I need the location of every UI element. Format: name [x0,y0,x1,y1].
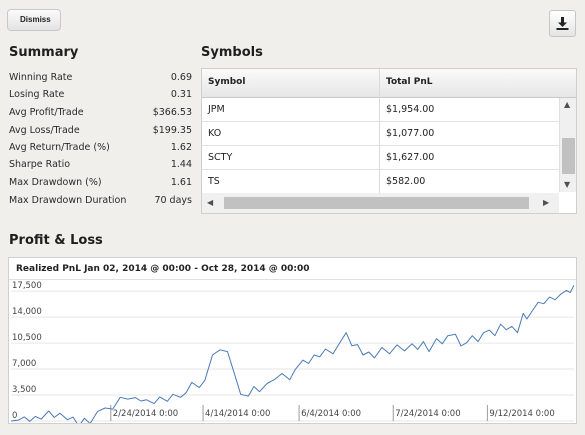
summary-value: 0.31 [170,89,192,100]
summary-label: Sharpe Ratio [9,159,71,170]
symbols-table: Symbol Total PnL JPM $1,954.00 KO $1,077… [201,68,577,214]
y-tick-label: 3,500 [12,385,36,395]
summary-value: 0.69 [170,72,192,83]
table-row[interactable]: TS $582.00 [202,170,559,193]
pnl-series-line [10,284,575,423]
x-tick-label: 2/24/2014 0:00 [113,409,178,419]
pnl-title: Profit & Loss [9,233,103,248]
summary-label: Avg Return/Trade (%) [9,142,110,153]
symbol-cell: SCTY [208,152,233,163]
pnl-chart: 0 3,500 7,000 10,500 14,000 17,500 2/24/2014 0… [10,281,575,423]
download-button[interactable] [549,10,576,37]
symbol-cell: JPM [208,104,225,115]
summary-value: $366.53 [152,107,192,118]
table-row[interactable]: KO $1,077.00 [202,122,559,146]
pnl-cell: $1,954.00 [386,104,435,115]
summary-value: 1.62 [170,142,192,153]
vertical-scrollbar[interactable]: ▲ ▼ [559,98,576,192]
summary-value: $199.35 [152,125,192,136]
vertical-scroll-thumb[interactable] [562,138,575,174]
summary-row-avg-loss: Avg Loss/Trade $199.35 [9,125,192,141]
summary-value: 1.61 [170,177,192,188]
summary-title: Summary [9,45,79,60]
symbol-cell: TS [208,176,220,187]
download-icon [556,17,569,30]
scroll-down-arrow-icon[interactable]: ▼ [564,180,570,189]
table-header: Symbol Total PnL [202,69,576,98]
summary-row-sharpe: Sharpe Ratio 1.44 [9,159,192,175]
summary-row-max-drawdown-duration: Max Drawdown Duration 70 days [9,195,192,211]
symbols-title: Symbols [201,45,263,60]
summary-label: Max Drawdown Duration [9,195,127,206]
summary-row-winning-rate: Winning Rate 0.69 [9,72,192,88]
pnl-cell: $1,627.00 [386,152,435,163]
y-tick-label: 17,500 [12,281,42,291]
summary-row-avg-return: Avg Return/Trade (%) 1.62 [9,142,192,158]
y-tick-label: 0 [12,411,17,421]
table-row[interactable]: SCTY $1,627.00 [202,146,559,170]
summary-row-losing-rate: Losing Rate 0.31 [9,89,192,105]
table-row[interactable]: JPM $1,954.00 [202,98,559,122]
summary-row-avg-profit: Avg Profit/Trade $366.53 [9,107,192,123]
dismiss-button[interactable]: Dismiss [7,9,61,31]
pnl-chart-panel: Realized PnL Jan 02, 2014 @ 00:00 - Oct … [8,257,577,424]
horizontal-scroll-thumb[interactable] [224,197,529,209]
x-tick-label: 9/12/2014 0:00 [489,409,554,419]
scroll-up-arrow-icon[interactable]: ▲ [564,100,570,109]
summary-value: 1.44 [170,159,192,170]
scroll-right-arrow-icon[interactable]: ▶ [543,198,549,207]
y-tick-label: 7,000 [12,359,36,369]
horizontal-scrollbar[interactable]: ◀ ▶ [202,193,559,213]
pnl-cell: $1,077.00 [386,128,435,139]
pnl-cell: $582.00 [386,176,426,187]
summary-label: Winning Rate [9,72,73,83]
column-header-symbol[interactable]: Symbol [208,77,245,87]
column-header-total-pnl[interactable]: Total PnL [386,77,432,87]
summary-label: Losing Rate [9,89,65,100]
x-tick-label: 6/4/2014 0:00 [301,409,361,419]
y-tick-label: 14,000 [12,307,42,317]
scroll-left-arrow-icon[interactable]: ◀ [207,198,213,207]
y-tick-label: 10,500 [12,333,42,343]
x-tick-label: 7/24/2014 0:00 [395,409,460,419]
summary-value: 70 days [154,195,192,206]
chart-title: Realized PnL Jan 02, 2014 @ 00:00 - Oct … [16,264,310,274]
summary-label: Max Drawdown (%) [9,177,102,188]
summary-label: Avg Profit/Trade [9,107,84,118]
summary-label: Avg Loss/Trade [9,125,80,136]
symbol-cell: KO [208,128,222,139]
summary-row-max-drawdown: Max Drawdown (%) 1.61 [9,177,192,193]
x-tick-label: 4/14/2014 0:00 [205,409,270,419]
